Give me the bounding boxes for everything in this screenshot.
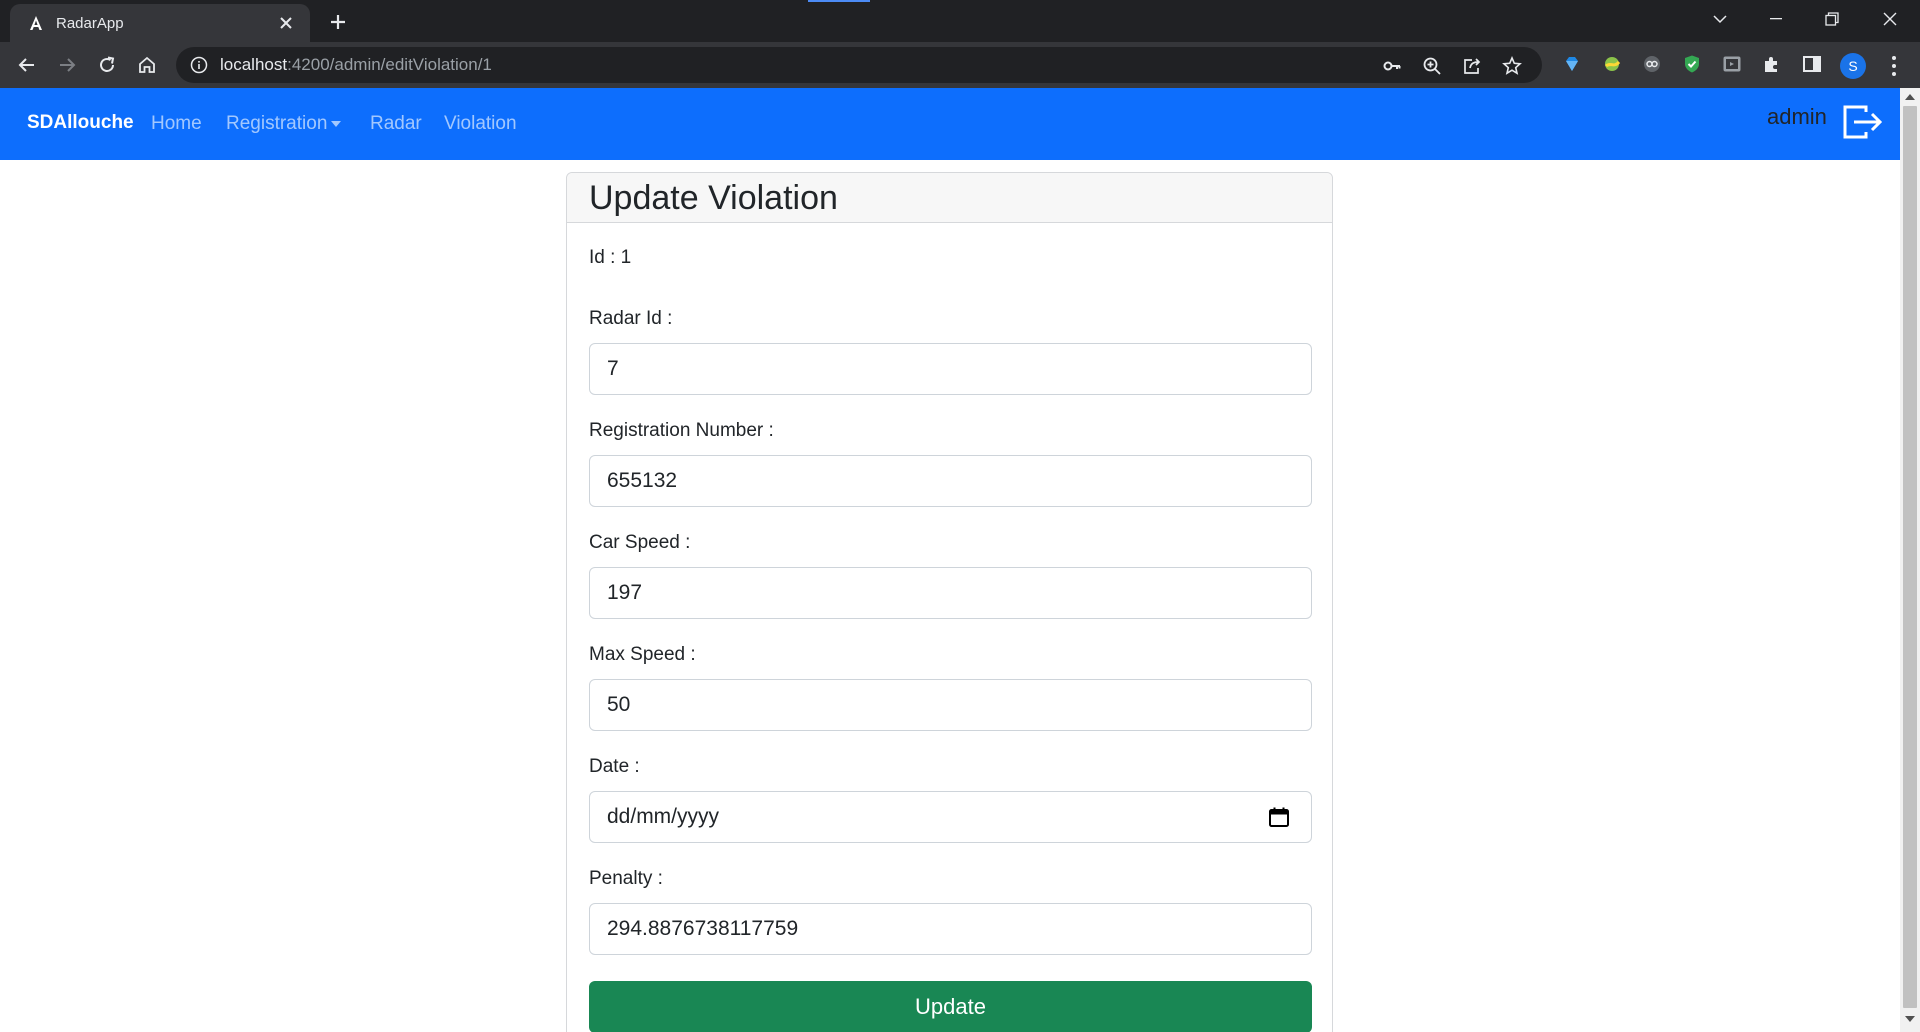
key-icon[interactable] <box>1382 56 1402 76</box>
tab-search-icon[interactable] <box>1692 0 1748 38</box>
extension-link-icon[interactable] <box>1641 53 1663 75</box>
update-button[interactable]: Update <box>589 981 1312 1032</box>
browser-tab-bar: RadarApp <box>0 0 1920 42</box>
violation-id-label: Id : 1 <box>589 247 632 268</box>
update-violation-card: Update Violation Id : 1 Radar Id : Regis… <box>566 172 1333 1032</box>
bookmark-star-icon[interactable] <box>1502 55 1522 76</box>
extension-diamond-icon[interactable] <box>1561 53 1583 75</box>
home-button[interactable] <box>131 49 163 81</box>
max-speed-input[interactable] <box>589 679 1312 731</box>
dropdown-caret-icon <box>331 120 342 127</box>
scroll-thumb[interactable] <box>1903 106 1917 1008</box>
extension-shield-icon[interactable] <box>1681 53 1703 75</box>
card-header: Update Violation <box>567 173 1332 223</box>
navbar-brand[interactable]: SDAllouche <box>27 112 134 134</box>
browser-menu-icon[interactable] <box>1884 54 1904 78</box>
zoom-icon[interactable] <box>1422 56 1442 76</box>
app-navbar: SDAllouche Home Registration Radar Viola… <box>0 88 1900 160</box>
date-input[interactable] <box>589 791 1312 843</box>
username-label: admin <box>1767 104 1827 129</box>
profile-avatar[interactable]: S <box>1840 53 1866 79</box>
side-panel-icon[interactable] <box>1801 53 1823 75</box>
new-tab-button[interactable] <box>322 6 354 38</box>
angular-favicon-icon <box>28 15 44 31</box>
url-host: localhost <box>220 55 288 74</box>
nav-link-registration-label: Registration <box>226 113 328 134</box>
scroll-down-arrow-icon[interactable] <box>1905 1016 1915 1022</box>
scroll-up-arrow-icon[interactable] <box>1905 94 1915 100</box>
date-label: Date : <box>589 756 640 777</box>
share-icon[interactable] <box>1462 56 1482 76</box>
address-bar[interactable]: localhost:4200/admin/editViolation/1 <box>176 47 1542 83</box>
page-scrollbar[interactable] <box>1900 88 1920 1032</box>
penalty-input[interactable] <box>589 903 1312 955</box>
browser-tab[interactable]: RadarApp <box>10 4 310 42</box>
car-speed-label: Car Speed : <box>589 532 691 553</box>
calendar-icon[interactable] <box>1268 806 1290 828</box>
car-speed-input[interactable] <box>589 567 1312 619</box>
minimize-button[interactable] <box>1748 0 1804 38</box>
back-button[interactable] <box>11 49 43 81</box>
extension-globe-icon[interactable] <box>1601 53 1623 75</box>
site-info-icon[interactable] <box>190 56 208 74</box>
tab-indicator <box>808 0 870 2</box>
max-speed-label: Max Speed : <box>589 644 696 665</box>
tab-title: RadarApp <box>56 14 124 32</box>
forward-button[interactable] <box>51 49 83 81</box>
url-path: :4200/admin/editViolation/1 <box>287 55 492 74</box>
radar-id-label: Radar Id : <box>589 308 673 329</box>
nav-link-violation[interactable]: Violation <box>444 113 517 135</box>
page-viewport: SDAllouche Home Registration Radar Viola… <box>0 88 1900 1032</box>
penalty-label: Penalty : <box>589 868 663 889</box>
nav-link-radar[interactable]: Radar <box>370 113 422 135</box>
nav-link-home[interactable]: Home <box>151 113 202 135</box>
extension-screen-icon[interactable] <box>1721 53 1743 75</box>
reload-button[interactable] <box>91 49 123 81</box>
extensions-puzzle-icon[interactable] <box>1761 53 1783 75</box>
browser-toolbar: localhost:4200/admin/editViolation/1 S <box>0 42 1920 88</box>
close-window-button[interactable] <box>1862 0 1918 38</box>
tab-close-icon[interactable] <box>276 13 296 33</box>
registration-number-label: Registration Number : <box>589 420 774 441</box>
logout-icon[interactable] <box>1842 104 1884 140</box>
registration-number-input[interactable] <box>589 455 1312 507</box>
restore-button[interactable] <box>1804 0 1860 38</box>
page-title: Update Violation <box>589 179 838 217</box>
radar-id-input[interactable] <box>589 343 1312 395</box>
nav-link-registration[interactable]: Registration <box>226 113 342 135</box>
